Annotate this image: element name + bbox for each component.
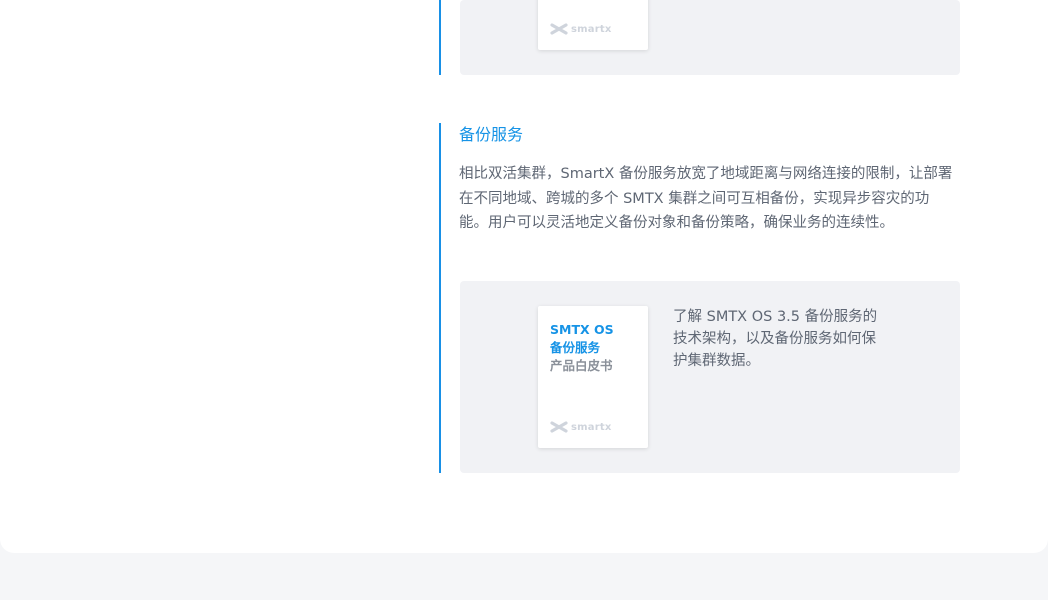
smartx-logo: smartx <box>550 420 611 434</box>
resource-card-backup-whitepaper[interactable]: SMTX OS 备份服务 产品白皮书 smartx 了解 SMTX OS 3.5… <box>460 281 960 473</box>
resource-card-previous[interactable]: smartx <box>460 0 960 75</box>
section-description: 相比双活集群，SmartX 备份服务放宽了地域距离与网络连接的限制，让部署在不同… <box>459 166 953 231</box>
section-title: 备份服务 <box>459 125 524 144</box>
content-card: smartx 备份服务 相比双活集群，SmartX 备份服务放宽了地域距离与网络… <box>0 0 1048 553</box>
logo-wordmark: smartx <box>571 23 612 35</box>
smartx-logo-icon <box>550 421 568 433</box>
whitepaper-cover[interactable]: SMTX OS 备份服务 产品白皮书 smartx <box>538 306 648 448</box>
cover-title-line: SMTX OS <box>550 322 614 337</box>
logo-wordmark: smartx <box>571 421 612 433</box>
section-accent-rule <box>439 123 441 473</box>
resource-description[interactable]: 了解 SMTX OS 3.5 备份服务的技术架构，以及备份服务如何保护集群数据。 <box>673 306 885 372</box>
section-accent-rule <box>439 0 441 75</box>
smartx-logo-icon <box>550 23 568 35</box>
smartx-logo: smartx <box>550 22 611 36</box>
cover-title: SMTX OS 备份服务 <box>550 321 614 357</box>
cover-title-line: 备份服务 <box>550 340 601 355</box>
cover-subtitle: 产品白皮书 <box>550 358 613 373</box>
whitepaper-cover-previous[interactable]: smartx <box>538 0 648 50</box>
